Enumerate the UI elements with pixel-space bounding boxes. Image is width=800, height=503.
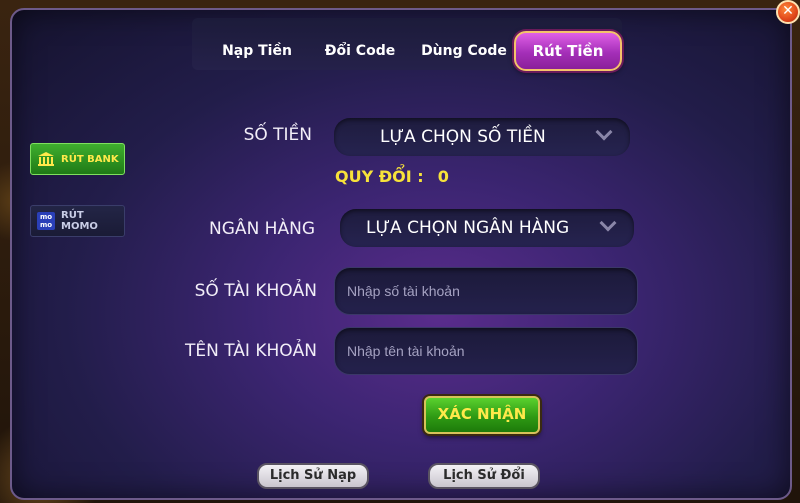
account-number-input[interactable] <box>334 267 638 315</box>
account-name-input[interactable] <box>334 327 638 375</box>
convert-label: QUY ĐỔI : <box>335 167 424 186</box>
bank-label: NGÂN HÀNG <box>209 219 315 239</box>
tab-doi-code[interactable]: Đổi Code <box>310 38 410 64</box>
account-number-label: SỐ TÀI KHOẢN <box>194 281 317 301</box>
tab-rut-tien[interactable]: Rút Tiền <box>514 31 622 71</box>
amount-label: SỐ TIỀN <box>243 125 312 145</box>
deposit-history-button[interactable]: Lịch Sử Nạp <box>257 463 369 489</box>
bank-select[interactable]: LỰA CHỌN NGÂN HÀNG <box>340 209 634 247</box>
tab-dung-code[interactable]: Dùng Code <box>412 38 516 64</box>
withdraw-panel: Nạp Tiền Đổi Code Dùng Code Rút Tiền RÚT… <box>10 8 792 500</box>
tab-bar: Nạp Tiền Đổi Code Dùng Code Rút Tiền <box>192 18 622 71</box>
confirm-button[interactable]: XÁC NHẬN <box>424 396 540 434</box>
chevron-down-icon <box>599 214 617 232</box>
bank-select-value: LỰA CHỌN NGÂN HÀNG <box>366 218 570 238</box>
bank-icon <box>37 151 55 167</box>
sidebar-item-rut-bank[interactable]: RÚT BANK <box>30 143 125 175</box>
amount-select[interactable]: LỰA CHỌN SỐ TIỀN <box>334 118 630 156</box>
sidebar-item-label: RÚT BANK <box>61 153 119 165</box>
close-button[interactable]: ✕ <box>776 0 800 24</box>
chevron-down-icon <box>595 123 613 141</box>
sidebar-item-label: RÚT MOMO <box>61 210 98 232</box>
momo-icon: mo mo <box>37 212 55 230</box>
tab-nap-tien[interactable]: Nạp Tiền <box>202 38 312 64</box>
amount-select-value: LỰA CHỌN SỐ TIỀN <box>380 127 546 147</box>
account-name-label: TÊN TÀI KHOẢN <box>184 341 317 361</box>
convert-readout: QUY ĐỔI : 0 <box>335 167 449 186</box>
sidebar-item-rut-momo[interactable]: mo mo RÚT MOMO <box>30 205 125 237</box>
close-icon: ✕ <box>782 3 794 19</box>
convert-value: 0 <box>437 167 449 186</box>
exchange-history-button[interactable]: Lịch Sử Đổi <box>428 463 540 489</box>
